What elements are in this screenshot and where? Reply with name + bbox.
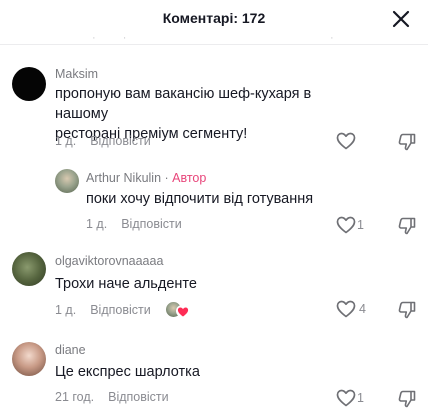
like-count: 4 — [359, 302, 366, 316]
comment-maksim: Maksim пропоную вам вакансію шеф-кухаря … — [0, 62, 428, 154]
heart-filled-icon — [177, 307, 189, 317]
creator-heart-badge — [176, 305, 189, 317]
avatar[interactable] — [12, 67, 46, 101]
previous-comment-actions-remnant: · · — [330, 34, 384, 44]
thumbs-down-icon[interactable] — [397, 300, 417, 320]
comment-olgaviktorovnaaaaa: olgaviktorovnaaaaa Трохи наче альденте 1… — [0, 250, 428, 330]
close-button[interactable] — [390, 8, 412, 30]
like-count: 1 — [357, 218, 364, 232]
reply-button[interactable]: Відповісти — [90, 134, 151, 148]
comment-time: 1 д. — [55, 303, 77, 317]
avatar[interactable] — [55, 169, 79, 193]
heart-outline-icon[interactable] — [336, 132, 356, 150]
avatar[interactable] — [12, 342, 46, 376]
previous-comment-remnant: · · · · — [0, 34, 428, 44]
comment-meta: 1 д. Відповісти — [55, 303, 151, 317]
comment-text: Трохи наче альденте — [55, 276, 197, 292]
comment-text: поки хочу відпочити від готування — [86, 191, 314, 207]
comment-username[interactable]: diane — [55, 343, 86, 357]
comment-time: 21 год. — [55, 390, 95, 404]
comment-text-line: пропоную вам вакансію шеф-кухаря в нашом… — [55, 86, 312, 122]
heart-outline-icon[interactable] — [336, 300, 356, 318]
comments-count-title: Коментарі: 172 — [162, 10, 266, 26]
author-badge: Автор — [172, 171, 207, 185]
header-divider — [0, 44, 428, 45]
comment-meta: 1 д. Відповісти — [86, 217, 182, 231]
close-icon — [392, 10, 410, 28]
comments-header: Коментарі: 172 — [0, 0, 428, 36]
heart-outline-icon[interactable] — [336, 389, 356, 407]
author-username[interactable]: Arthur Nikulin — [86, 171, 161, 185]
comment-username: Arthur Nikulin · Автор — [86, 171, 207, 185]
reply-button[interactable]: Відповісти — [90, 303, 151, 317]
thumbs-down-icon[interactable] — [397, 132, 417, 152]
like-count: 1 — [357, 391, 364, 405]
comment-diane: diane Це експрес шарлотка 21 год. Відпові… — [0, 340, 428, 415]
comment-time: 1 д. — [55, 134, 77, 148]
thumbs-down-icon[interactable] — [397, 389, 417, 409]
avatar[interactable] — [12, 252, 46, 286]
comment-meta: 21 год. Відповісти — [55, 390, 169, 404]
comment-time: 1 д. — [86, 217, 108, 231]
comment-username[interactable]: Maksim — [55, 67, 98, 81]
thumbs-down-icon[interactable] — [397, 216, 417, 236]
previous-comment-meta-remnant: · · — [92, 34, 139, 44]
heart-outline-icon[interactable] — [336, 216, 356, 234]
reply-button[interactable]: Відповісти — [108, 390, 169, 404]
comment-username[interactable]: olgaviktorovnaaaaa — [55, 254, 163, 268]
comment-text: Це експрес шарлотка — [55, 364, 200, 380]
creator-liked-icon — [166, 302, 190, 318]
reply-arthur-nikulin: Arthur Nikulin · Автор поки хочу відпочи… — [0, 166, 428, 238]
comment-meta: 1 д. Відповісти — [55, 134, 151, 148]
reply-button[interactable]: Відповісти — [121, 217, 182, 231]
